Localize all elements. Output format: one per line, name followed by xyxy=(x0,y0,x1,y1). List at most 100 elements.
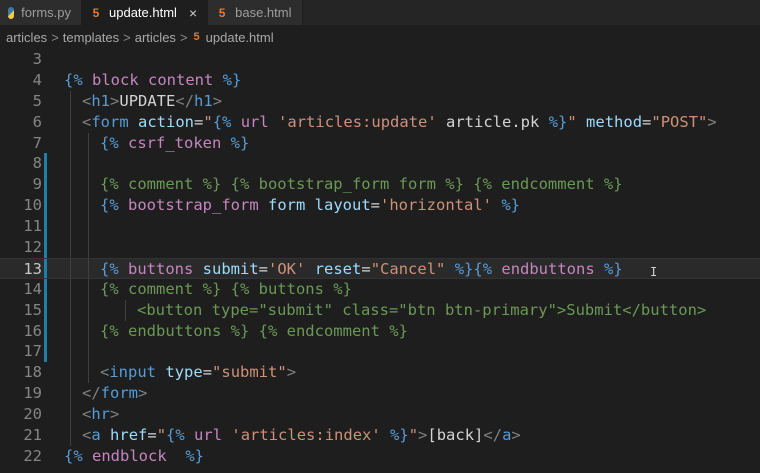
line-number: 4 xyxy=(32,70,42,89)
breadcrumb-item[interactable]: update.html xyxy=(206,30,274,45)
modified-line-marker xyxy=(44,153,47,175)
breadcrumb-separator: > xyxy=(123,29,131,45)
indent-guide xyxy=(70,278,71,300)
code-line[interactable]: 12 xyxy=(0,237,760,258)
close-icon[interactable]: × xyxy=(189,5,197,21)
code-line[interactable]: 6 <form action="{% url 'articles:update' … xyxy=(0,111,760,133)
indent-guide xyxy=(70,195,71,217)
indent-guide xyxy=(88,132,89,154)
code-line[interactable]: 10 {% bootstrap_form form layout='horizon… xyxy=(0,195,760,217)
line-number: 9 xyxy=(32,175,42,194)
line-number: 14 xyxy=(23,279,42,298)
code-line[interactable]: 4 {% block content %} xyxy=(0,70,760,91)
indent-guide xyxy=(88,258,89,278)
code-line[interactable]: 18 <input type="submit"> xyxy=(0,362,760,384)
line-number: 6 xyxy=(32,112,42,131)
code-text: {% comment %} {% buttons %} xyxy=(100,279,352,298)
tab-label: update.html xyxy=(109,5,177,20)
code-line[interactable]: 15 <button type="submit" class="btn btn-p… xyxy=(0,299,760,321)
code-text: <h1>UPDATE</h1> xyxy=(82,91,223,110)
line-number: 7 xyxy=(32,133,42,152)
code-line[interactable]: 13 {% buttons submit='OK' reset="Cancel" … xyxy=(0,257,760,279)
breadcrumb: articles > templates > articles > 5 upda… xyxy=(0,25,760,49)
code-line[interactable]: 3 xyxy=(0,49,760,70)
indent-guide xyxy=(70,341,71,363)
indent-guide xyxy=(70,132,71,154)
indent-guide xyxy=(88,278,89,300)
line-number: 19 xyxy=(23,384,42,403)
indent-guide xyxy=(70,111,71,133)
indent-guide xyxy=(88,320,89,342)
indent-guide xyxy=(88,195,89,217)
breadcrumb-separator: > xyxy=(51,29,59,45)
modified-line-marker xyxy=(44,278,47,300)
code-line[interactable]: 9 {% comment %} {% bootstrap_form form %}… xyxy=(0,174,760,196)
code-text: <button type="submit" class="btn btn-pri… xyxy=(137,300,707,319)
code-text: {% buttons submit='OK' reset="Cancel" %}… xyxy=(100,259,623,278)
code-line[interactable]: 17 xyxy=(0,341,760,363)
modified-line-marker xyxy=(44,174,47,196)
line-number: 21 xyxy=(23,426,42,445)
line-number: 5 xyxy=(32,91,42,110)
line-number: 3 xyxy=(32,50,42,68)
tab-forms-py[interactable]: forms.py xyxy=(0,0,82,25)
tab-update-html[interactable]: 5 update.html × xyxy=(82,0,209,25)
line-number: 8 xyxy=(32,154,42,173)
indent-guide xyxy=(70,90,71,112)
code-line[interactable]: 19 </form> xyxy=(0,383,760,405)
modified-line-marker xyxy=(44,237,47,258)
breadcrumb-item[interactable]: templates xyxy=(63,30,119,45)
indent-guide xyxy=(70,299,71,321)
code-line[interactable]: 20 <hr> xyxy=(0,404,760,426)
code-editor[interactable]: 3 4 {% block content %} 5 <h1>UPDATE</h1> 6 <f… xyxy=(0,49,760,467)
line-number: 11 xyxy=(23,217,42,236)
code-text: <hr> xyxy=(82,405,120,424)
code-text: </form> xyxy=(82,384,148,403)
code-line[interactable]: 7 {% csrf_token %} xyxy=(0,132,760,154)
code-line[interactable]: 11 xyxy=(0,216,760,238)
code-line[interactable]: 5 <h1>UPDATE</h1> xyxy=(0,90,760,112)
modified-line-marker xyxy=(44,320,47,342)
line-number: 12 xyxy=(23,238,42,257)
indent-guide xyxy=(88,341,89,363)
tab-base-html[interactable]: 5 base.html xyxy=(208,0,303,25)
indent-guide xyxy=(88,299,89,321)
code-text: <a href="{% url 'articles:index' %}">[ba… xyxy=(82,426,521,445)
breadcrumb-separator: > xyxy=(179,29,188,45)
line-number: 10 xyxy=(23,196,42,215)
code-text: {% endblock %} xyxy=(64,446,204,465)
indent-guide xyxy=(70,153,71,175)
indent-guide xyxy=(88,174,89,196)
html-file-icon: 5 xyxy=(193,31,200,43)
modified-line-marker xyxy=(44,216,47,238)
indent-guide xyxy=(70,320,71,342)
indent-guide xyxy=(70,174,71,196)
modified-line-marker xyxy=(44,195,47,217)
code-line[interactable]: 8 xyxy=(0,153,760,175)
indent-guide xyxy=(70,237,71,258)
breadcrumb-item[interactable]: articles xyxy=(6,30,47,45)
code-line[interactable]: 22 {% endblock %} xyxy=(0,446,760,467)
mouse-text-cursor-icon: I xyxy=(650,264,658,279)
line-number: 17 xyxy=(23,342,42,361)
tab-label: base.html xyxy=(235,5,292,20)
code-line[interactable]: 14 {% comment %} {% buttons %} xyxy=(0,278,760,300)
indent-guide xyxy=(70,404,71,426)
indent-guide xyxy=(88,216,89,238)
modified-line-marker xyxy=(44,258,47,278)
indent-guide xyxy=(88,153,89,175)
html-file-icon: 5 xyxy=(92,5,100,20)
tab-bar-empty-area xyxy=(302,0,760,25)
code-line[interactable]: 16 {% endbuttons %} {% endcomment %} xyxy=(0,320,760,342)
line-number: 22 xyxy=(23,446,42,465)
code-text: {% bootstrap_form form layout='horizonta… xyxy=(100,196,520,215)
line-number: 20 xyxy=(23,405,42,424)
code-line[interactable]: 21 <a href="{% url 'articles:index' %}">[… xyxy=(0,425,760,446)
editor-tab-bar: forms.py 5 update.html × 5 base.html xyxy=(0,0,760,25)
line-number: 13 xyxy=(23,259,42,278)
indent-guide xyxy=(70,216,71,238)
html-file-icon: 5 xyxy=(218,5,226,20)
breadcrumb-item[interactable]: articles xyxy=(135,30,176,45)
modified-line-marker xyxy=(44,299,47,321)
indent-guide xyxy=(88,362,89,384)
